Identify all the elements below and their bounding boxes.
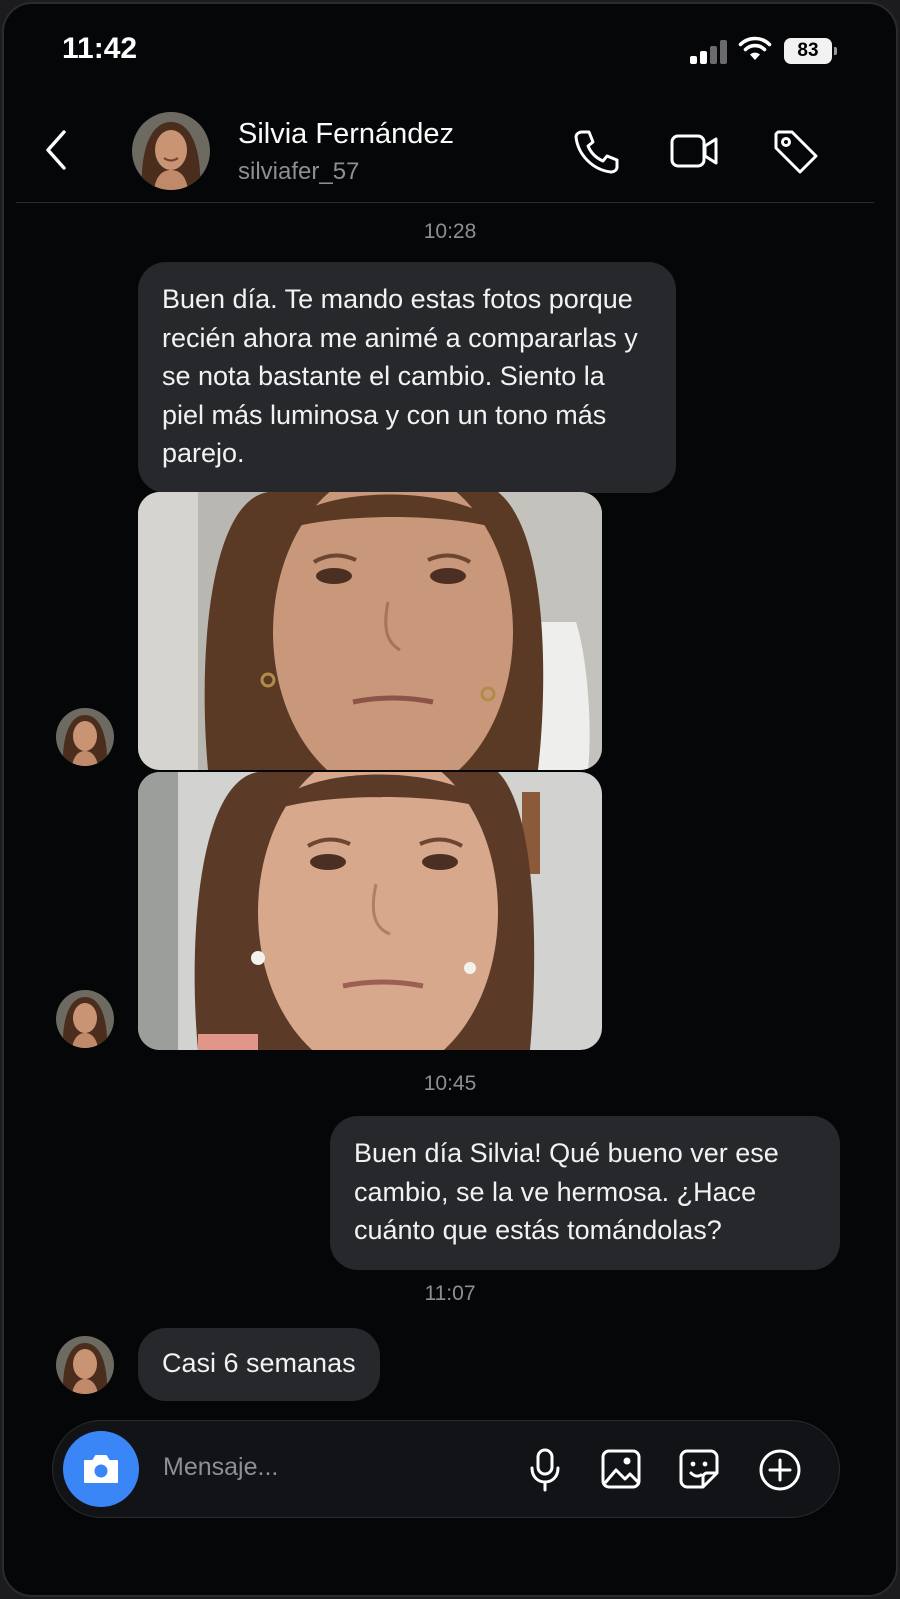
header-divider xyxy=(16,202,874,203)
contact-avatar[interactable] xyxy=(132,112,210,190)
battery-indicator: 83 xyxy=(784,38,837,64)
camera-button[interactable] xyxy=(63,1431,139,1507)
outgoing-message[interactable]: Buen día Silvia! Qué bueno ver ese cambi… xyxy=(330,1116,840,1270)
chat-screen: 11:42 83 Silvia Fernández silviafer_57 1… xyxy=(2,2,898,1597)
microphone-icon[interactable] xyxy=(527,1447,563,1493)
contact-name[interactable]: Silvia Fernández xyxy=(238,118,454,151)
sticker-icon[interactable] xyxy=(677,1447,721,1491)
contact-handle: silviafer_57 xyxy=(238,158,360,185)
wifi-icon xyxy=(738,36,772,60)
shared-photo[interactable] xyxy=(138,772,602,1050)
message-input[interactable]: Mensaje... xyxy=(163,1453,278,1482)
camera-icon xyxy=(84,1455,118,1483)
timestamp: 10:28 xyxy=(423,220,477,243)
sender-avatar[interactable] xyxy=(56,1336,114,1394)
phone-call-icon[interactable] xyxy=(572,126,622,176)
timestamp: 10:45 xyxy=(423,1072,477,1095)
timestamp: 11:07 xyxy=(424,1282,476,1305)
sender-avatar[interactable] xyxy=(56,708,114,766)
status-time: 11:42 xyxy=(62,32,138,65)
message-composer: Mensaje... xyxy=(52,1420,840,1518)
add-icon[interactable] xyxy=(757,1447,803,1493)
incoming-message[interactable]: Casi 6 semanas xyxy=(138,1328,380,1401)
shared-photo[interactable] xyxy=(138,492,602,770)
back-icon[interactable] xyxy=(42,128,72,172)
tag-icon[interactable] xyxy=(770,126,822,178)
sender-avatar[interactable] xyxy=(56,990,114,1048)
signal-icon xyxy=(690,40,728,64)
incoming-message[interactable]: Buen día. Te mando estas fotos porque re… xyxy=(138,262,676,493)
video-call-icon[interactable] xyxy=(668,126,720,176)
gallery-icon[interactable] xyxy=(599,1447,643,1491)
